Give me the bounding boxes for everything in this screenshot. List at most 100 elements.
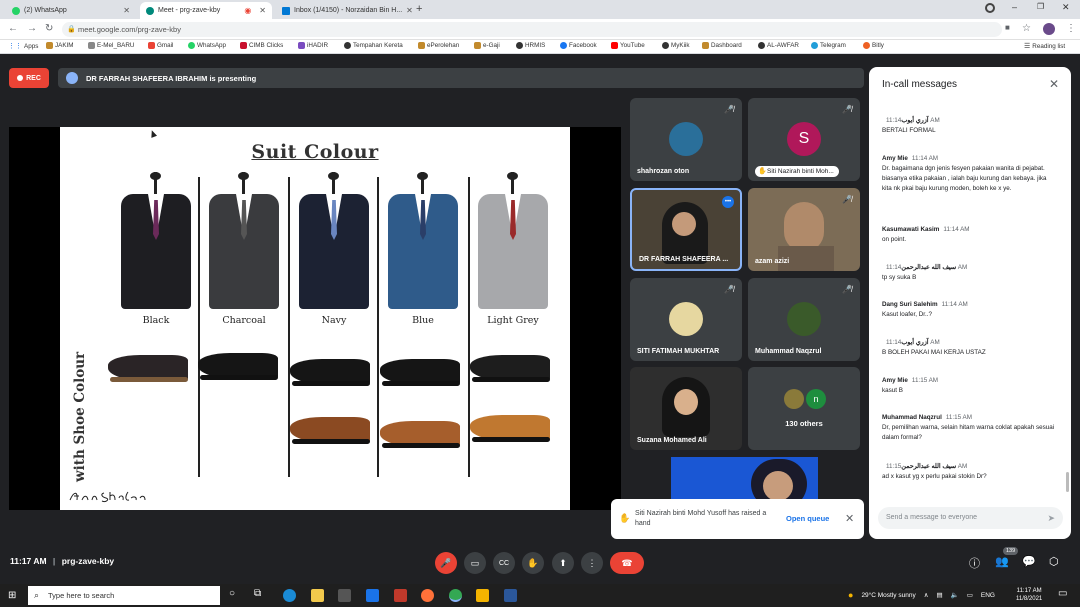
participant-tile[interactable]: 🎤̸ shahrozan oton <box>630 98 742 181</box>
cortana-icon[interactable]: ○ <box>229 588 235 599</box>
youtube-icon <box>611 42 618 49</box>
reload-icon[interactable]: ↻ <box>45 23 53 34</box>
whatsapp-icon <box>188 42 195 49</box>
profile-status-icon[interactable] <box>985 3 995 13</box>
send-icon[interactable]: ➤ <box>1047 507 1055 529</box>
network-icon[interactable]: ▤ <box>936 591 942 599</box>
avatar[interactable] <box>1043 23 1055 35</box>
store-icon[interactable] <box>338 589 351 602</box>
bookmark-mykiik[interactable]: MyKiik <box>662 42 690 49</box>
participant-tile-active[interactable]: ••• DR FARRAH SHAFEERA ... <box>630 188 742 271</box>
bookmark-emel[interactable]: E-Mel_BARU <box>88 42 134 49</box>
windows-start-icon[interactable]: ⊞ <box>8 590 16 601</box>
phone-hangup-icon: ☎ <box>621 557 633 568</box>
participant-tile[interactable]: 🎤̸ Muhammad Naqzrul <box>748 278 860 361</box>
bookmark-bitly[interactable]: Bitly <box>863 42 884 49</box>
star-icon[interactable]: ☆ <box>1022 23 1031 34</box>
participant-tile[interactable]: 🎤̸ SITI FATIMAH MUKHTAR <box>630 278 742 361</box>
firefox-icon[interactable] <box>421 589 434 602</box>
chat-input[interactable]: Send a message to everyone ➤ <box>878 507 1063 529</box>
camera-toggle-button[interactable]: ▭ <box>464 552 486 574</box>
reading-list-button[interactable]: ☰ Reading list <box>1024 42 1065 51</box>
bookmark-hrmis[interactable]: HRMIS <box>516 42 545 49</box>
tab-whatsapp[interactable]: (2) WhatsApp ✕ <box>6 2 136 19</box>
facebook-icon <box>560 42 567 49</box>
bookmark-jakim[interactable]: JAKIM <box>46 42 74 49</box>
app-icon[interactable] <box>476 589 489 602</box>
battery-icon[interactable]: ▭ <box>967 591 973 599</box>
bookmark-facebook[interactable]: Facebook <box>560 42 597 49</box>
bookmark-apps[interactable]: ⋮⋮ Apps <box>8 42 38 51</box>
bookmark-cimb[interactable]: CIMB Clicks <box>240 42 283 49</box>
globe-icon <box>662 42 669 49</box>
people-icon[interactable]: 👥 <box>995 555 1009 568</box>
present-screen-icon: ⬆ <box>559 557 567 568</box>
info-icon[interactable]: ⓘ <box>969 555 980 571</box>
mail-icon[interactable] <box>366 589 379 602</box>
chat-icon[interactable]: 💬 <box>1022 555 1036 568</box>
captions-button[interactable]: CC <box>493 552 515 574</box>
notification-icon[interactable]: ▭ <box>1058 588 1067 599</box>
camera-permission-icon[interactable]: ■ <box>1005 23 1010 32</box>
taskbar-clock[interactable]: 11:17 AM 11/8/2021 <box>1016 587 1042 603</box>
minimize-button[interactable]: – <box>1012 2 1017 12</box>
close-icon[interactable]: ✕ <box>259 6 266 15</box>
mic-toggle-button[interactable]: 🎤 <box>435 552 457 574</box>
scrollbar[interactable] <box>1066 472 1069 492</box>
suit-label: Charcoal <box>222 315 266 326</box>
others-tile[interactable]: n 130 others <box>748 367 860 450</box>
menu-dots-icon[interactable]: ⋮ <box>1066 23 1076 34</box>
hanger-hook <box>507 172 518 180</box>
maximize-button[interactable]: ❐ <box>1037 2 1044 11</box>
bookmark-dashboard[interactable]: Dashboard <box>702 42 742 49</box>
bookmark-eperolehan[interactable]: ePerolehan <box>418 42 459 49</box>
bookmark-ihadir[interactable]: iHADIR <box>298 42 328 49</box>
bookmark-egaji[interactable]: e-Gaji <box>474 42 500 49</box>
word-icon[interactable] <box>504 589 517 602</box>
bookmark-icon <box>418 42 425 49</box>
meet-icon <box>146 6 154 15</box>
forward-arrow-icon[interactable]: → <box>27 23 37 34</box>
more-options-button[interactable]: ⋮ <box>581 552 603 574</box>
system-tray: ● 29°C Mostly sunny ∧ ▤ 🔈 ▭ ENG <box>848 590 995 600</box>
bookmark-gmail[interactable]: Gmail <box>148 42 173 49</box>
bookmark-youtube[interactable]: YouTube <box>611 42 645 49</box>
chevron-up-icon[interactable]: ∧ <box>924 591 929 599</box>
participant-tile[interactable]: S 🎤̸ Siti Nazirah binti Moh... ✋ <box>748 98 860 181</box>
tab-inbox[interactable]: Inbox (1/4150) - Norzaidan Bin H... ✕ <box>276 2 413 19</box>
camera-icon: ▭ <box>470 557 480 568</box>
edge-icon[interactable] <box>283 589 296 602</box>
leave-call-button[interactable]: ☎ <box>610 552 644 574</box>
window-close-button[interactable]: ✕ <box>1062 2 1070 13</box>
chrome-icon[interactable] <box>449 589 462 602</box>
open-queue-button[interactable]: Open queue <box>786 514 829 523</box>
bookmark-whatsapp[interactable]: WhatsApp <box>188 42 226 49</box>
activities-icon[interactable]: ⬡ <box>1049 555 1059 568</box>
new-tab-button[interactable]: + <box>416 3 422 15</box>
url-input[interactable]: 🔒 meet.google.com/prg-zave-kby <box>62 22 1002 37</box>
weather-text[interactable]: 29°C Mostly sunny <box>861 592 915 599</box>
bookmark-alawfar[interactable]: AL-AWFAR <box>758 42 799 49</box>
back-arrow-icon[interactable]: ← <box>8 23 18 34</box>
bookmark-tempahan[interactable]: Tempahan Kereta <box>344 42 403 49</box>
close-icon[interactable]: ✕ <box>1049 77 1059 91</box>
tab-meet[interactable]: Meet - prg-zave-kby ◉ ✕ <box>140 2 272 19</box>
taskbar-search-input[interactable]: ⌕ Type here to search <box>28 586 220 605</box>
app-icon[interactable] <box>394 589 407 602</box>
close-icon[interactable]: ✕ <box>406 6 413 15</box>
raise-hand-button[interactable]: ✋ <box>522 552 544 574</box>
participant-tile[interactable]: Suzana Mohamed Ali <box>630 367 742 450</box>
file-explorer-icon[interactable] <box>311 589 324 602</box>
chat-message: سيف الله عبدالرحمن11:14 AM tp sy suka B <box>882 264 968 281</box>
language-indicator[interactable]: ENG <box>981 592 995 599</box>
bookmark-telegram[interactable]: Telegram <box>811 42 846 49</box>
slide: Suit Colour Black Charcoal Navy Blue Lig <box>60 127 570 510</box>
volume-icon[interactable]: 🔈 <box>951 591 959 599</box>
participant-tile[interactable]: 🎤̸ azam azizi <box>748 188 860 271</box>
self-view-tile[interactable] <box>671 457 818 499</box>
close-icon[interactable]: ✕ <box>845 512 854 525</box>
present-button[interactable]: ⬆ <box>552 552 574 574</box>
close-icon[interactable]: ✕ <box>123 6 130 15</box>
shoe-sole <box>292 381 370 386</box>
task-view-icon[interactable]: ⧉ <box>254 588 261 599</box>
